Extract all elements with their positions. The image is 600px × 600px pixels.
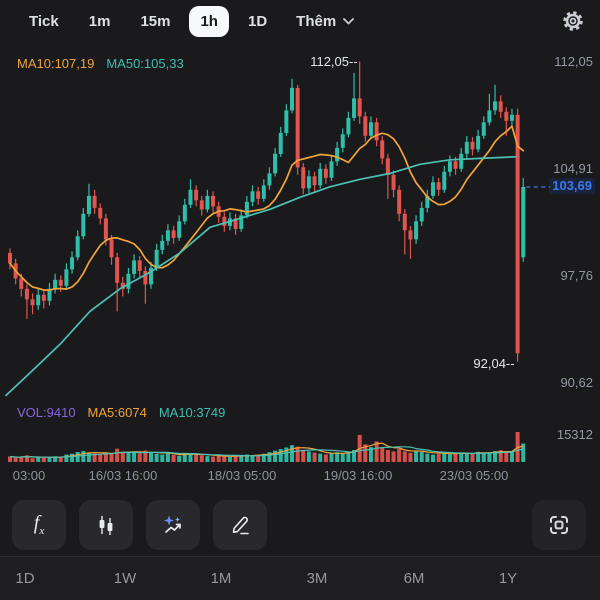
volume-axis-label: 15312 xyxy=(556,427,593,442)
fullscreen-button[interactable] xyxy=(532,500,586,550)
fx-indicator-icon: fx xyxy=(33,512,45,537)
chart-style-button[interactable] xyxy=(79,500,133,550)
interval-1h[interactable]: 1h xyxy=(189,5,229,37)
price-axis-label: 112,05 xyxy=(554,53,593,69)
timeframe-bar: 1D 1W 1M 3M 6M 1Y xyxy=(0,556,600,600)
draw-pencil-icon xyxy=(232,516,249,535)
price-axis-label: 104,91 xyxy=(553,160,593,176)
price-axis-label: 90,62 xyxy=(560,375,593,391)
price-axis-label: 97,76 xyxy=(560,267,593,283)
interval-1m[interactable]: 1m xyxy=(78,6,122,37)
ai-sparkle-icon xyxy=(164,515,181,533)
time-axis-label: 16/03 16:00 xyxy=(88,468,158,483)
draw-button[interactable] xyxy=(213,500,267,550)
more-label: Thêm xyxy=(296,12,337,30)
time-axis-label: 19/03 16:00 xyxy=(323,468,393,483)
candlestick-style-icon xyxy=(99,516,113,535)
price-ma-legend: MA10:107,19 MA50:105,33 xyxy=(17,56,184,71)
chart-toolbar: fx xyxy=(0,498,600,552)
high-price-marker: 112,05-- xyxy=(310,53,358,69)
interval-tick[interactable]: Tick xyxy=(18,6,70,37)
vol-ma10-legend: MA10:3749 xyxy=(158,405,226,420)
interval-15m[interactable]: 15m xyxy=(129,6,181,37)
time-axis-label: 03:00 xyxy=(12,468,46,483)
interval-toolbar: Tick 1m 15m 1h 1D Thêm xyxy=(0,0,600,42)
tab-3m[interactable]: 3M xyxy=(307,570,328,587)
current-price-label: 103,69 xyxy=(549,178,595,194)
tab-1d[interactable]: 1D xyxy=(15,570,34,587)
vol-legend: VOL:9410 xyxy=(17,405,76,420)
ma10-legend: MA10:107,19 xyxy=(17,56,95,71)
time-axis-label: 18/03 05:00 xyxy=(207,468,277,483)
tab-6m[interactable]: 6M xyxy=(404,570,425,587)
ma50-legend: MA50:105,33 xyxy=(106,56,184,71)
more-intervals-button[interactable]: Thêm xyxy=(290,6,360,37)
indicators-button[interactable]: fx xyxy=(12,500,66,550)
ai-pattern-button[interactable] xyxy=(146,500,200,550)
volume-legend: VOL:9410 MA5:6074 MA10:3749 xyxy=(17,405,225,420)
low-price-marker: 92,04-- xyxy=(473,355,515,371)
vol-ma5-legend: MA5:6074 xyxy=(87,405,147,420)
tab-1m[interactable]: 1M xyxy=(211,570,232,587)
time-axis-label: 23/03 05:00 xyxy=(439,468,509,483)
fullscreen-icon xyxy=(550,516,568,534)
interval-1d[interactable]: 1D xyxy=(237,6,278,37)
chevron-down-icon xyxy=(343,17,355,24)
tab-1w[interactable]: 1W xyxy=(114,570,137,587)
tab-1y[interactable]: 1Y xyxy=(499,570,517,587)
